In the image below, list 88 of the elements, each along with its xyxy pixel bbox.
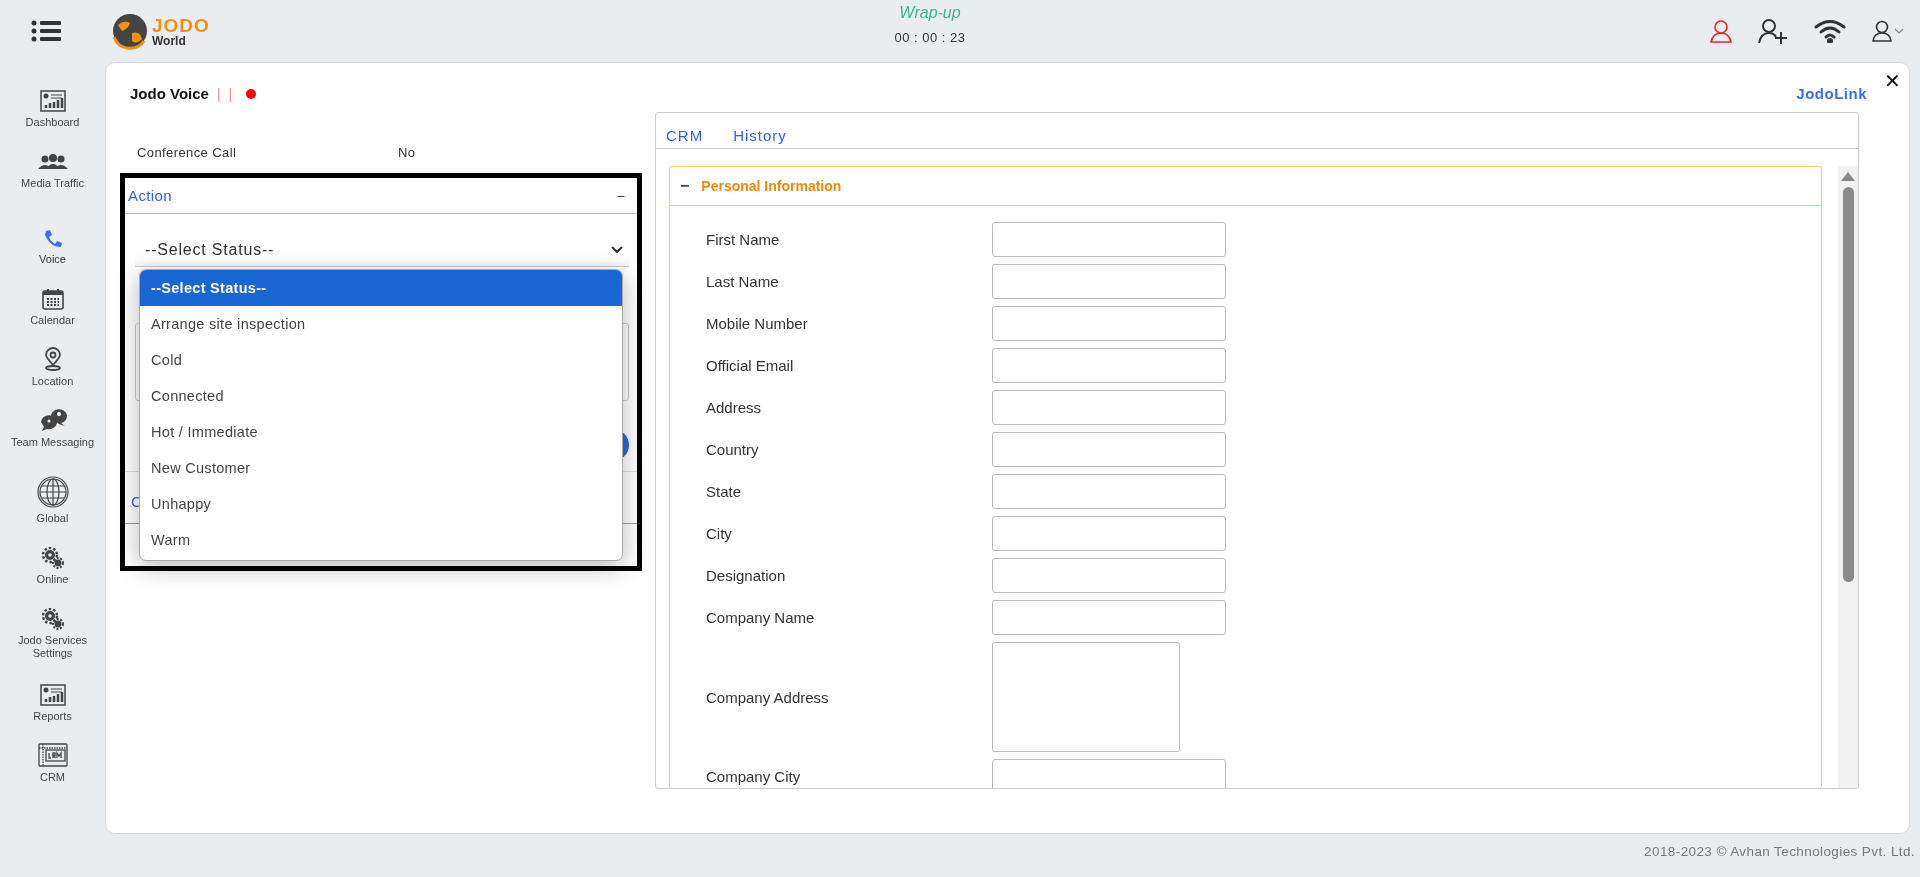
- input-field[interactable]: [992, 474, 1226, 509]
- add-user-button[interactable]: [1758, 18, 1788, 44]
- sidebar-item[interactable]: Team Messaging: [2, 404, 103, 480]
- chevron-down-icon: [611, 246, 623, 254]
- chart-icon: [39, 90, 66, 112]
- dropdown-option[interactable]: --Select Status--: [140, 270, 622, 306]
- gears-icon: [41, 608, 64, 630]
- section-title: Personal Information: [701, 178, 842, 194]
- logo-text: JODO: [152, 15, 210, 35]
- status-dot: [246, 88, 257, 99]
- sidebar-item[interactable]: CRM: [2, 739, 103, 800]
- field-label: Last Name: [706, 273, 780, 290]
- input-field[interactable]: [992, 558, 1226, 593]
- agent-button[interactable]: [1710, 19, 1732, 43]
- menu-icon: [31, 20, 61, 42]
- dropdown-option[interactable]: Unhappy: [140, 486, 622, 522]
- wifi-button[interactable]: [1814, 19, 1846, 43]
- dropdown-option[interactable]: Hot / Immediate: [140, 414, 622, 450]
- user-icon: [1872, 20, 1892, 42]
- phone-icon: [42, 229, 63, 249]
- field-label: Official Email: [706, 357, 795, 374]
- field-label: Company Address: [706, 688, 830, 706]
- status-select[interactable]: --Select Status--: [135, 234, 629, 267]
- sidebar-item[interactable]: Media Traffic: [2, 145, 103, 221]
- dropdown-option[interactable]: Arrange site inspection: [140, 306, 622, 342]
- sidebar-item[interactable]: Reports: [2, 678, 103, 739]
- field-label: Address: [706, 399, 763, 416]
- profile-button[interactable]: [1872, 20, 1904, 42]
- sidebar-item[interactable]: Jodo Services Settings: [2, 602, 103, 678]
- copyright-text: 2018-2023 © Avhan Technologies Pvt. Ltd.: [1643, 843, 1916, 859]
- input-field[interactable]: [992, 390, 1226, 425]
- add-user-icon: [1758, 18, 1788, 44]
- globe-icon: [36, 476, 69, 508]
- sidebar-item[interactable]: Location: [2, 343, 103, 404]
- field-label: Company City: [706, 768, 802, 785]
- field-label: State: [706, 483, 743, 500]
- input-field[interactable]: [992, 759, 1226, 788]
- dropdown-option[interactable]: New Customer: [140, 450, 622, 486]
- call-state: Wrap-up: [899, 4, 961, 22]
- input-field[interactable]: [992, 432, 1226, 467]
- scrollbar[interactable]: [1838, 166, 1858, 788]
- field-label: Country: [706, 441, 760, 458]
- field-label: Conference Call: [137, 144, 238, 160]
- separator: |: [228, 85, 233, 102]
- sidebar-item[interactable]: Online: [2, 541, 103, 602]
- collapse-button[interactable]: −: [610, 186, 631, 205]
- gears-icon: [41, 547, 64, 569]
- globe-icon: [110, 11, 150, 51]
- logo-subtitle: World: [152, 34, 187, 47]
- close-button[interactable]: ✕: [1882, 67, 1903, 95]
- dropdown-option[interactable]: Cold: [140, 342, 622, 378]
- field-label: Mobile Number: [706, 315, 809, 332]
- tab[interactable]: CRM: [666, 127, 704, 144]
- field-label: Designation: [706, 567, 787, 584]
- panel-title: Jodo Voice: [130, 85, 209, 102]
- sidebar-item[interactable]: Global: [2, 480, 103, 541]
- section-title: Action: [128, 187, 173, 204]
- chart-icon: [39, 684, 66, 706]
- input-field[interactable]: [992, 222, 1226, 257]
- input-field[interactable]: [992, 264, 1226, 299]
- wifi-icon: [1814, 19, 1846, 43]
- location-pin-icon: [43, 347, 62, 371]
- input-field[interactable]: [992, 348, 1226, 383]
- caret-icon: [1894, 27, 1904, 35]
- chat-icon: [38, 408, 67, 432]
- field-value: No: [398, 144, 416, 160]
- scroll-up-icon: [1841, 172, 1855, 181]
- input-field[interactable]: [992, 516, 1226, 551]
- input-field[interactable]: [992, 306, 1226, 341]
- sidebar-item[interactable]: Dashboard: [2, 84, 103, 145]
- user-icon: [1710, 19, 1732, 43]
- tab[interactable]: History: [733, 127, 787, 144]
- sidebar-item[interactable]: Calendar: [2, 282, 103, 343]
- sidebar-item[interactable]: Voice: [2, 221, 103, 282]
- separator: |: [216, 85, 221, 102]
- scroll-thumb[interactable]: [1842, 187, 1854, 582]
- field-label: First Name: [706, 231, 781, 248]
- calendar-icon: [41, 288, 64, 310]
- dropdown-option[interactable]: Warm: [140, 522, 622, 558]
- dropdown-option[interactable]: Connected: [140, 378, 622, 414]
- crm-window-icon: [37, 743, 68, 767]
- field-label: Company Name: [706, 609, 816, 626]
- jodolink-link[interactable]: JodoLink: [1796, 85, 1867, 102]
- text-area[interactable]: [992, 642, 1180, 752]
- field-label: City: [706, 525, 733, 542]
- collapse-button[interactable]: −: [680, 177, 690, 195]
- input-field[interactable]: [992, 600, 1226, 635]
- call-timer: 00 : 00 : 23: [894, 30, 966, 45]
